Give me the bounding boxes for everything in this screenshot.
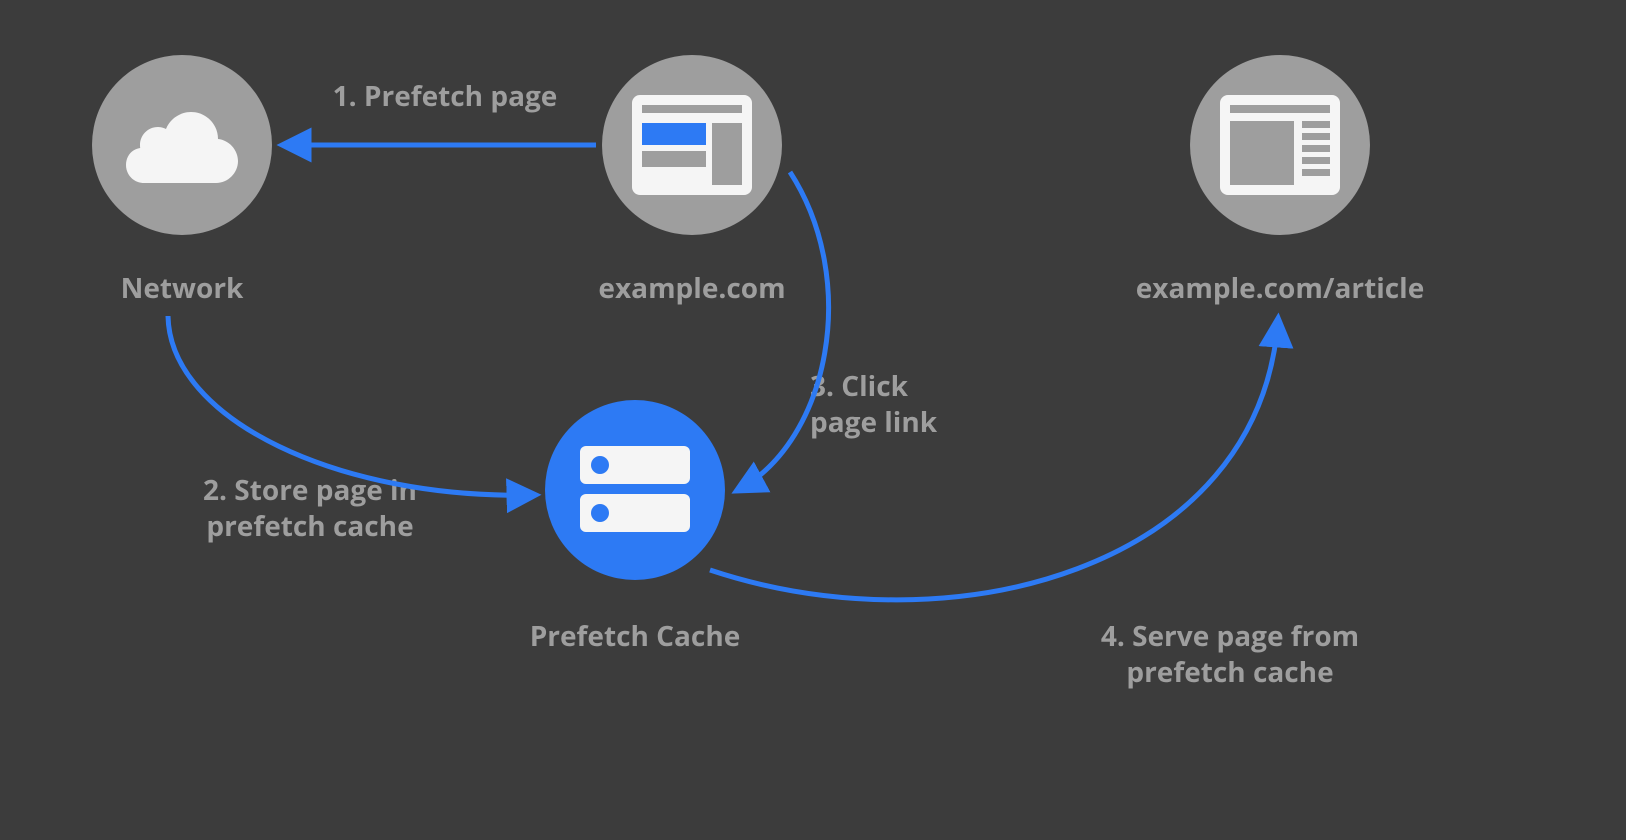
webpage-icon	[632, 95, 752, 195]
arrow-store	[168, 316, 534, 495]
article-label: example.com/article	[1080, 270, 1480, 306]
step-1-label: 1. Prefetch page	[305, 78, 585, 114]
network-node	[92, 55, 272, 235]
article-icon	[1220, 95, 1340, 195]
network-label: Network	[70, 270, 294, 306]
arrow-click	[738, 172, 829, 490]
example-node	[602, 55, 782, 235]
cloud-icon	[122, 105, 242, 185]
step-2-label: 2. Store page in prefetch cache	[160, 472, 460, 545]
example-label: example.com	[550, 270, 834, 306]
arrow-serve	[710, 320, 1278, 600]
step-3-label: 3. Click page link	[810, 368, 1010, 441]
article-node	[1190, 55, 1370, 235]
diagram-stage: Network example.com example.com/article	[0, 0, 1626, 840]
cache-node	[545, 400, 725, 580]
cache-label: Prefetch Cache	[500, 618, 770, 654]
storage-icon	[580, 440, 690, 540]
step-4-label: 4. Serve page from prefetch cache	[1060, 618, 1400, 691]
